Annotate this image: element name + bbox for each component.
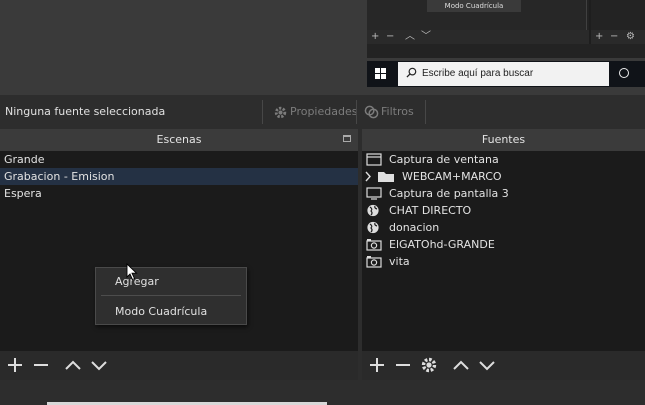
- source-item[interactable]: vita: [362, 253, 645, 270]
- mini-add-icon-2: +: [595, 31, 604, 42]
- source-label: vita: [389, 255, 410, 268]
- source-item[interactable]: Captura de ventana: [362, 151, 645, 168]
- filters-button[interactable]: Filtros: [364, 95, 414, 129]
- globe-icon: [367, 221, 379, 234]
- windows-taskbar: Escribe aquí para buscar: [367, 61, 645, 87]
- source-label: donacion: [389, 221, 440, 234]
- properties-label: Propiedades: [290, 105, 358, 118]
- source-item[interactable]: donacion: [362, 219, 645, 236]
- mini-remove-icon-2: −: [610, 31, 619, 42]
- cortana-icon[interactable]: [619, 68, 629, 78]
- scene-item-grande[interactable]: Grande: [0, 151, 358, 168]
- source-item[interactable]: ElGATOhd-GRANDE: [362, 236, 645, 253]
- menu-item-agregar[interactable]: Agregar: [96, 268, 246, 295]
- mini-divider: [589, 0, 591, 44]
- sources-toolbar: [362, 351, 645, 380]
- mini-add-icon: +: [371, 31, 380, 42]
- filter-icon: [364, 105, 379, 118]
- properties-button[interactable]: Propiedades: [273, 95, 357, 129]
- scenes-toolbar: [0, 351, 358, 380]
- chevron-right-icon[interactable]: [364, 171, 372, 182]
- move-source-up-button[interactable]: [451, 355, 471, 375]
- separator: [425, 100, 426, 124]
- search-icon: [406, 67, 417, 78]
- sources-dock-title: Fuentes: [362, 129, 645, 151]
- menu-item-modo-cuadricula[interactable]: Modo Cuadrícula: [96, 298, 246, 325]
- separator: [262, 100, 263, 124]
- scenes-dock: Escenas Grande Grabacion - Emision Esper…: [0, 129, 358, 380]
- separator: [356, 100, 357, 124]
- no-source-label: Ninguna fuente seleccionada: [5, 105, 166, 118]
- sources-title: Fuentes: [481, 133, 526, 146]
- move-scene-down-button[interactable]: [89, 355, 109, 375]
- scene-item-grabacion-emision[interactable]: Grabacion - Emision: [0, 168, 358, 185]
- taskbar-search-box[interactable]: Escribe aquí para buscar: [398, 62, 609, 86]
- remove-scene-button[interactable]: [31, 355, 51, 375]
- windows-logo-icon[interactable]: [375, 68, 387, 80]
- mini-toolbar: + − ︿ ﹀ + − ⚙: [367, 30, 645, 44]
- source-label: CHAT DIRECTO: [389, 204, 472, 217]
- context-menu: Agregar Modo Cuadrícula: [95, 267, 247, 325]
- mouse-cursor-icon: [126, 263, 138, 281]
- globe-icon: [367, 204, 379, 217]
- source-info-bar: Ninguna fuente seleccionada Propiedades …: [0, 95, 645, 129]
- mini-down-icon: ﹀: [421, 31, 431, 42]
- mini-up-icon: ︿: [405, 31, 415, 42]
- monitor-icon: [366, 187, 382, 200]
- window-icon: [366, 153, 382, 166]
- folder-icon: [378, 172, 394, 182]
- camera-icon: [366, 256, 382, 268]
- remove-source-button[interactable]: [393, 355, 413, 375]
- source-label: WEBCAM+MARCO: [402, 170, 502, 183]
- gear-icon: [274, 106, 287, 118]
- sources-list[interactable]: Captura de ventana WEBCAM+MARCO Captura …: [362, 151, 645, 351]
- source-label: ElGATOhd-GRANDE: [389, 238, 495, 251]
- camera-icon: [366, 239, 382, 251]
- search-placeholder: Escribe aquí para buscar: [422, 68, 534, 79]
- source-item[interactable]: WEBCAM+MARCO: [362, 168, 645, 185]
- source-properties-gear-button[interactable]: [419, 355, 439, 375]
- mini-remove-icon: −: [386, 31, 395, 42]
- source-item[interactable]: Captura de pantalla 3: [362, 185, 645, 202]
- move-scene-up-button[interactable]: [63, 355, 83, 375]
- scenes-dock-title: Escenas: [0, 129, 358, 151]
- scenes-title: Escenas: [156, 133, 202, 146]
- add-scene-button[interactable]: [5, 355, 25, 375]
- filters-label: Filtros: [381, 105, 414, 118]
- source-item[interactable]: CHAT DIRECTO: [362, 202, 645, 219]
- move-source-down-button[interactable]: [477, 355, 497, 375]
- menu-separator: [101, 295, 241, 296]
- add-source-button[interactable]: [367, 355, 387, 375]
- source-label: Captura de pantalla 3: [389, 187, 509, 200]
- mini-gear-icon: ⚙: [626, 31, 635, 42]
- mini-tooltip: Modo Cuadrícula: [427, 0, 521, 12]
- source-label: Captura de ventana: [389, 153, 499, 166]
- sources-dock: Fuentes Captura de ventana WEBCAM+MARCO …: [362, 129, 645, 380]
- float-dock-icon[interactable]: [343, 135, 351, 142]
- scene-item-espera[interactable]: Espera: [0, 185, 358, 202]
